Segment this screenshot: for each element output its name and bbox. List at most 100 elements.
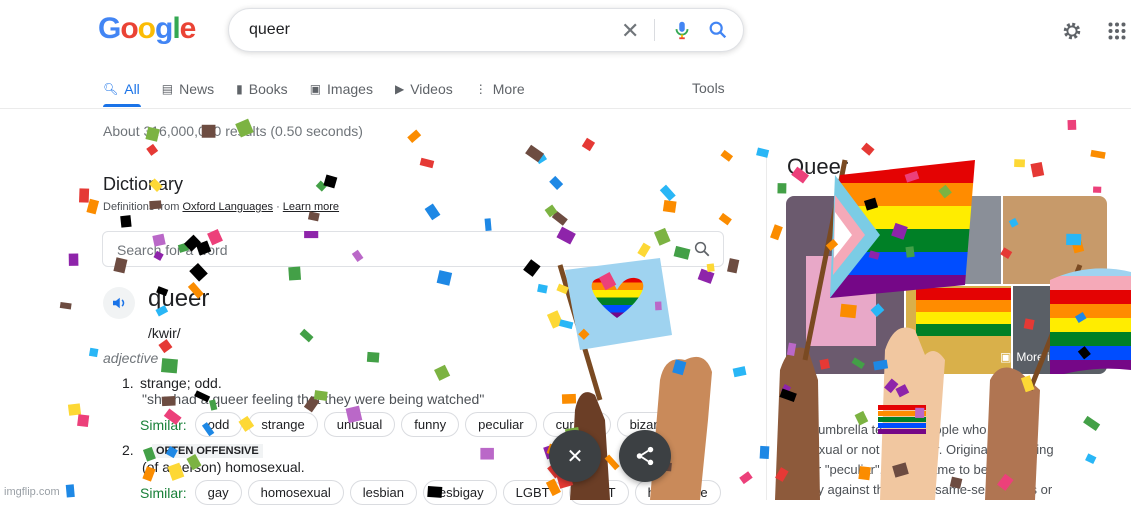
confetti-piece	[732, 366, 747, 378]
sense-number: 1.	[122, 375, 134, 391]
tools-button[interactable]: Tools	[692, 80, 725, 96]
similar-label: Similar:	[140, 484, 187, 501]
similar-chip[interactable]: GLBT	[568, 480, 629, 505]
similar-chip[interactable]: odd	[194, 412, 243, 437]
sense-example: "she had a queer feeling that they were …	[142, 391, 485, 407]
similar-chip[interactable]: lesbigay	[422, 480, 497, 505]
more-images-label: More images	[1016, 350, 1086, 364]
heart-stripe	[591, 305, 644, 313]
source-separator: ·	[276, 201, 280, 213]
confetti-piece	[1030, 162, 1045, 178]
confetti-piece	[68, 253, 79, 266]
learn-more-link[interactable]: Learn more	[283, 201, 339, 213]
heart-flag	[565, 258, 672, 350]
similar-chip[interactable]: funny	[401, 412, 460, 437]
tab-label: Images	[327, 81, 373, 97]
tab-all[interactable]: 🔍︎ All	[103, 78, 140, 100]
part-of-speech: adjective	[103, 350, 159, 366]
word-search-input[interactable]: Search for a word	[117, 242, 228, 258]
tab-label: More	[492, 81, 525, 97]
dictionary-title: Dictionary	[103, 174, 184, 194]
close-button[interactable]: ✕	[549, 430, 601, 482]
confetti-piece	[120, 215, 132, 228]
confetti-piece	[672, 359, 687, 376]
similar-chip[interactable]: lesbian	[349, 480, 417, 505]
confetti-piece	[861, 142, 875, 156]
dictionary-source: Definitions from Oxford Languages · Lear…	[103, 201, 339, 213]
confetti-piece	[779, 388, 797, 403]
confetti-piece	[1090, 149, 1106, 159]
more-dots-icon: ⋮	[474, 82, 487, 96]
confetti-piece	[659, 184, 676, 202]
confetti-piece	[1092, 186, 1102, 193]
tab-news[interactable]: ▤ News	[162, 78, 214, 100]
similar-chips: odd strange unusual funny peculiar curious biz…	[194, 412, 683, 437]
confetti-piece	[158, 339, 173, 354]
confetti-piece	[756, 147, 770, 158]
description-line: is an umbrella term for people who are n…	[787, 422, 1031, 437]
heart-stripe	[591, 290, 644, 298]
confetti-piece	[781, 383, 792, 395]
word-search-icon[interactable]	[693, 240, 711, 263]
pronunciation-speaker-icon[interactable]	[103, 287, 135, 319]
confetti-piece	[578, 328, 590, 340]
word-search-box[interactable]: Search for a word	[102, 231, 724, 267]
confetti-piece	[65, 484, 75, 498]
similar-chip[interactable]: strange	[248, 412, 318, 437]
similar-chip[interactable]: gay	[194, 480, 242, 505]
search-box[interactable]: queer ✕	[228, 8, 744, 52]
confetti-piece	[77, 414, 90, 428]
confetti-piece	[315, 180, 327, 192]
tab-books[interactable]: ▮ Books	[236, 78, 288, 100]
confetti-piece	[598, 272, 617, 291]
logo-letter: g	[155, 12, 173, 45]
description-line: mosexual or not cisgender. Originally me…	[787, 442, 1054, 457]
tab-more[interactable]: ⋮ More	[475, 78, 525, 100]
settings-gear-icon[interactable]	[1061, 20, 1083, 47]
similar-chip[interactable]: homophile	[634, 480, 721, 505]
active-tab-indicator	[103, 104, 141, 107]
logo-letter: o	[120, 12, 138, 45]
clear-icon[interactable]: ✕	[621, 18, 639, 44]
confetti-piece	[777, 183, 787, 194]
share-button[interactable]	[619, 430, 671, 482]
apps-grid-icon[interactable]	[1108, 22, 1126, 45]
confetti-piece	[556, 283, 569, 295]
similar-chip[interactable]: unusual	[323, 412, 396, 437]
confetti-piece	[535, 152, 548, 165]
tab-videos[interactable]: ▶ Videos	[395, 78, 453, 100]
headword: queer	[148, 285, 210, 312]
panel-description: is an umbrella term for people who are n…	[787, 420, 1117, 500]
confetti-piece	[549, 175, 564, 190]
confetti-piece	[739, 471, 753, 485]
confetti-piece	[299, 328, 314, 343]
more-images-button[interactable]: ▣ More images	[1000, 350, 1086, 364]
confetti-piece	[161, 358, 178, 374]
search-icon[interactable]	[707, 19, 729, 46]
confetti-piece	[727, 258, 740, 274]
panel-title: Queer	[787, 154, 849, 179]
tab-label: News	[179, 81, 215, 97]
microphone-icon[interactable]	[671, 19, 693, 46]
panel-divider	[766, 150, 767, 500]
panel-image-grid[interactable]	[786, 196, 1107, 374]
similar-chip[interactable]: LGBT	[502, 480, 563, 505]
tab-images[interactable]: ▣ Images	[310, 78, 373, 100]
google-logo[interactable]: Google	[98, 12, 196, 46]
flag-pole	[557, 264, 603, 401]
confetti-piece	[525, 144, 545, 163]
book-icon: ▮	[236, 82, 243, 96]
similar-row-1: Similar: odd strange unusual funny peculiar c…	[140, 412, 683, 437]
confetti-piece	[718, 212, 732, 226]
search-input[interactable]: queer	[249, 21, 290, 39]
confetti-piece	[1067, 119, 1077, 131]
image-icon: ▣	[1000, 350, 1012, 364]
confetti-piece	[720, 149, 734, 162]
source-link[interactable]: Oxford Languages	[182, 201, 273, 213]
confetti-piece	[424, 203, 441, 221]
search-divider	[654, 19, 655, 41]
confetti-piece	[604, 454, 620, 471]
similar-chip[interactable]: homosexual	[247, 480, 344, 505]
similar-chip[interactable]: peculiar	[465, 412, 537, 437]
confetti-piece	[1020, 375, 1035, 393]
